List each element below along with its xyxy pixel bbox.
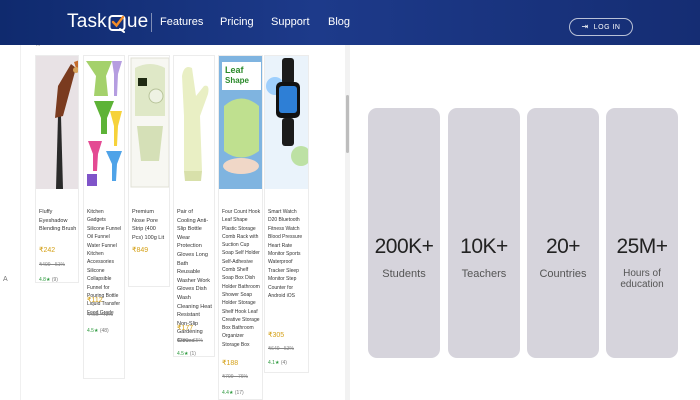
product-price: ₹242 (39, 247, 56, 254)
stats-panel: 200K+ Students 10K+ Teachers 20+ Countri… (350, 45, 700, 400)
stat-label: Countries (539, 268, 587, 280)
rating-value: 4.1 (268, 360, 275, 366)
star-icon: ★ (93, 328, 99, 334)
product-rating: 4.4★ (17) (222, 390, 244, 396)
stat-card-students: 200K+ Students (368, 108, 440, 358)
checkbox-q-icon (108, 13, 126, 33)
product-old-price: ₹400 - 72% (87, 312, 113, 318)
nav-link-pricing[interactable]: Pricing (220, 16, 254, 28)
stat-label: Students (382, 268, 426, 280)
rating-count: (9) (51, 277, 58, 283)
product-image-nose-strip (129, 56, 169, 189)
product-image-gloves (174, 56, 214, 189)
product-image-brush (36, 56, 78, 189)
stat-card-hours: 25M+ Hours of education (606, 108, 678, 358)
product-card[interactable]: Pair of Cooling Anti-Slip Bottle Wear Pr… (173, 55, 215, 357)
rating-count: (4) (280, 360, 287, 366)
product-old-price: ₹499 - 65% (177, 338, 203, 344)
scrollbar-thumb[interactable] (346, 95, 349, 153)
brand-suffix: ue (126, 11, 149, 32)
product-price: ₹305 (268, 332, 285, 339)
star-icon: ★ (45, 277, 51, 283)
nav-link-support[interactable]: Support (271, 16, 310, 28)
top-navbar: Task ue Features Pricing Support Blog ⇥ … (0, 0, 700, 45)
gutter-marker: A (3, 276, 8, 283)
product-rating: 4.8★ (9) (39, 277, 58, 283)
star-icon: ★ (183, 351, 189, 357)
product-listing-panel: A ... Fluffy Eyeshadow Blending Brush ₹2… (0, 45, 350, 400)
rating-count: (48) (99, 328, 109, 334)
star-icon: ★ (228, 390, 234, 396)
product-image-leaf-holder: Leaf Shape (219, 56, 262, 189)
login-icon: ⇥ (581, 22, 589, 31)
product-name[interactable]: Smart Watch D20 Bluetooth Fitness Watch … (268, 208, 307, 300)
login-button[interactable]: ⇥ LOG IN (569, 18, 633, 36)
product-old-price: ₹499 - 51% (39, 262, 65, 268)
product-price: ₹112 (87, 297, 103, 304)
product-rating: 4.1★ (4) (268, 360, 287, 366)
rating-value: 4.8 (39, 277, 46, 283)
product-rating: 4.5★ (48) (87, 328, 109, 334)
rating-count: (1) (189, 351, 196, 357)
product-price: ₹177 (177, 325, 194, 332)
product-card[interactable]: Smart Watch D20 Bluetooth Fitness Watch … (264, 55, 309, 373)
product-rating: 4.5★ (1) (177, 351, 196, 357)
stat-card-teachers: 10K+ Teachers (448, 108, 520, 358)
stat-label: Hours of education (620, 268, 664, 290)
product-name[interactable]: Premium Nose Pore Strip (400 Pcs) 100g L… (132, 208, 168, 242)
rating-value: 4.5 (87, 328, 94, 334)
nav-divider (151, 13, 152, 32)
stat-value: 25M+ (616, 235, 668, 258)
svg-text:Shape: Shape (225, 76, 250, 85)
svg-text:Leaf: Leaf (225, 65, 245, 75)
product-card[interactable]: Premium Nose Pore Strip (400 Pcs) 100g L… (128, 55, 170, 287)
product-card[interactable]: Fluffy Eyeshadow Blending Brush ₹242 ₹49… (35, 55, 79, 283)
login-label: LOG IN (593, 23, 621, 31)
product-image-funnel (84, 56, 124, 189)
product-name[interactable]: Fluffy Eyeshadow Blending Brush (39, 208, 77, 234)
product-image-smart-watch (265, 56, 308, 189)
rating-count: (17) (234, 390, 244, 396)
stat-value: 200K+ (374, 235, 434, 258)
stat-label: Teachers (461, 268, 507, 280)
product-card[interactable]: Kitchen Gadgets Silicone Funnel Oil Funn… (83, 55, 125, 379)
product-old-price: ₹649 - 53% (268, 346, 294, 352)
brand-logo[interactable]: Task ue (67, 10, 148, 34)
nav-link-blog[interactable]: Blog (328, 16, 350, 28)
stat-value: 20+ (545, 235, 581, 258)
rating-value: 4.5 (177, 351, 184, 357)
star-icon: ★ (274, 360, 280, 366)
product-card[interactable]: Leaf Shape Four Count Hook Leaf Shape Pl… (218, 55, 263, 400)
nav-link-features[interactable]: Features (160, 16, 203, 28)
product-price: ₹849 (132, 247, 149, 254)
stat-card-countries: 20+ Countries (527, 108, 599, 358)
rating-value: 4.4 (222, 390, 229, 396)
gutter-divider (20, 45, 21, 400)
section-label: ... (36, 45, 41, 48)
stat-value: 10K+ (460, 235, 508, 258)
product-price: ₹188 (222, 360, 239, 367)
brand-prefix: Task (67, 11, 107, 32)
product-name[interactable]: Four Count Hook Leaf Shape Plastic Stora… (222, 208, 261, 349)
product-old-price: ₹799 - 76% (222, 374, 248, 380)
